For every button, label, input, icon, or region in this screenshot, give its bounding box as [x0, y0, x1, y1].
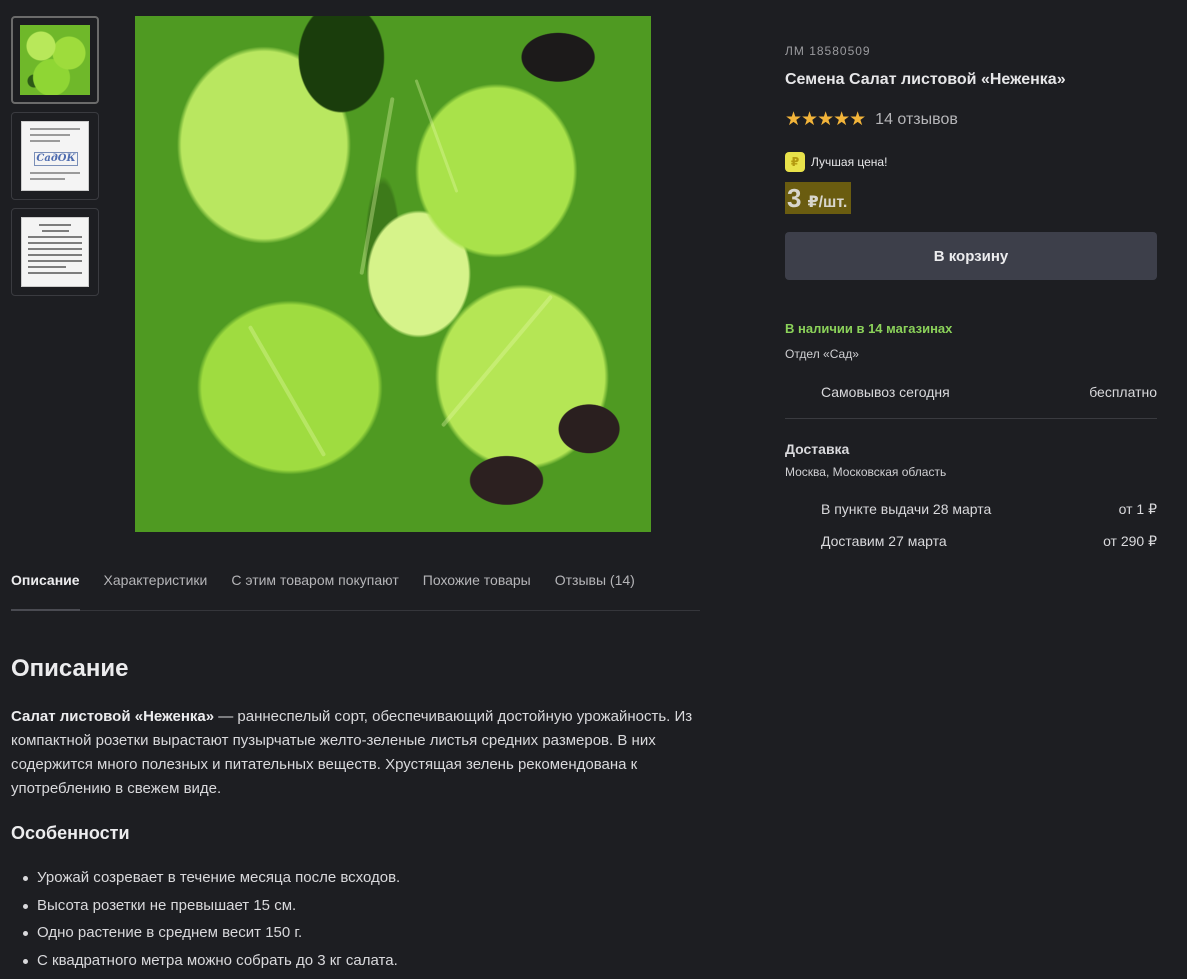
- sadok-logo: СадОК: [34, 152, 78, 166]
- tab-reviews[interactable]: Отзывы (14): [555, 560, 635, 610]
- add-to-cart-button[interactable]: В корзину: [785, 232, 1157, 280]
- tab-characteristics[interactable]: Характеристики: [104, 560, 208, 610]
- delivery-title: Доставка: [785, 441, 850, 457]
- feature-item: Высота розетки не превышает 15 см.: [23, 892, 701, 920]
- description-lead-bold: Салат листовой «Неженка»: [11, 708, 215, 725]
- best-price-label: Лучшая цена!: [811, 155, 888, 169]
- features-heading: Особенности: [11, 823, 130, 843]
- tab-description[interactable]: Описание: [11, 560, 80, 611]
- product-sku: ЛМ 18580509: [785, 44, 871, 58]
- delivery-option-pickup-point: В пункте выдачи 28 марта от 1 ₽: [785, 501, 1157, 518]
- thumbnail-seed-pack-back[interactable]: [11, 208, 99, 296]
- delivery-option-label: Доставим 27 марта: [821, 533, 947, 549]
- tab-bought-together[interactable]: С этим товаром покупают: [231, 560, 398, 610]
- thumbnail-seed-pack-front[interactable]: СадОК: [11, 112, 99, 200]
- pickup-value: бесплатно: [1089, 384, 1157, 400]
- features-list: Урожай созревает в течение месяца после …: [11, 864, 701, 974]
- star-rating-icons: ★★★★★: [785, 109, 866, 130]
- tab-similar-products[interactable]: Похожие товары: [423, 560, 531, 610]
- product-title: Семена Салат листовой «Неженка»: [785, 71, 1066, 88]
- rating: ★★★★★ 14 отзывов: [785, 108, 958, 131]
- feature-item: С квадратного метра можно собрать до 3 к…: [23, 947, 701, 975]
- description-section: Описание Салат листовой «Неженка» — ранн…: [11, 655, 701, 974]
- department: Отдел «Сад»: [785, 347, 859, 361]
- delivery-region[interactable]: Москва, Московская область: [785, 465, 946, 479]
- product-main-image[interactable]: [135, 16, 651, 532]
- delivery-option-label: В пункте выдачи 28 марта: [821, 501, 992, 517]
- description-text: Салат листовой «Неженка» — раннеспелый с…: [11, 705, 701, 801]
- seed-pack-front-image: СадОК: [21, 121, 89, 191]
- delivery-option-price: от 1 ₽: [1118, 501, 1157, 517]
- seed-pack-back-image: [21, 217, 89, 287]
- price: 3 ₽/шт.: [785, 182, 852, 214]
- delivery-option-courier: Доставим 27 марта от 290 ₽: [785, 533, 1157, 550]
- reviews-link[interactable]: 14 отзывов: [875, 111, 958, 129]
- delivery-option-price: от 290 ₽: [1103, 533, 1157, 549]
- best-price-badge: ₽ Лучшая цена!: [785, 152, 887, 172]
- thumbnail-list: СадОК: [11, 16, 99, 304]
- price-value: 3: [787, 183, 802, 213]
- coin-icon: ₽: [785, 152, 805, 172]
- pickup-row: Самовывоз сегодня бесплатно: [785, 384, 1157, 400]
- divider: [785, 418, 1157, 419]
- feature-item: Одно растение в среднем весит 150 г.: [23, 919, 701, 947]
- pickup-label: Самовывоз сегодня: [821, 384, 950, 400]
- stock-status[interactable]: В наличии в 14 магазинах: [785, 321, 952, 336]
- product-tabs: Описание Характеристики С этим товаром п…: [11, 560, 700, 611]
- description-heading: Описание: [11, 655, 129, 682]
- price-unit: ₽/шт.: [807, 194, 848, 211]
- thumbnail-lettuce-photo[interactable]: [11, 16, 99, 104]
- lettuce-thumbnail-image: [20, 25, 90, 95]
- feature-item: Урожай созревает в течение месяца после …: [23, 864, 701, 892]
